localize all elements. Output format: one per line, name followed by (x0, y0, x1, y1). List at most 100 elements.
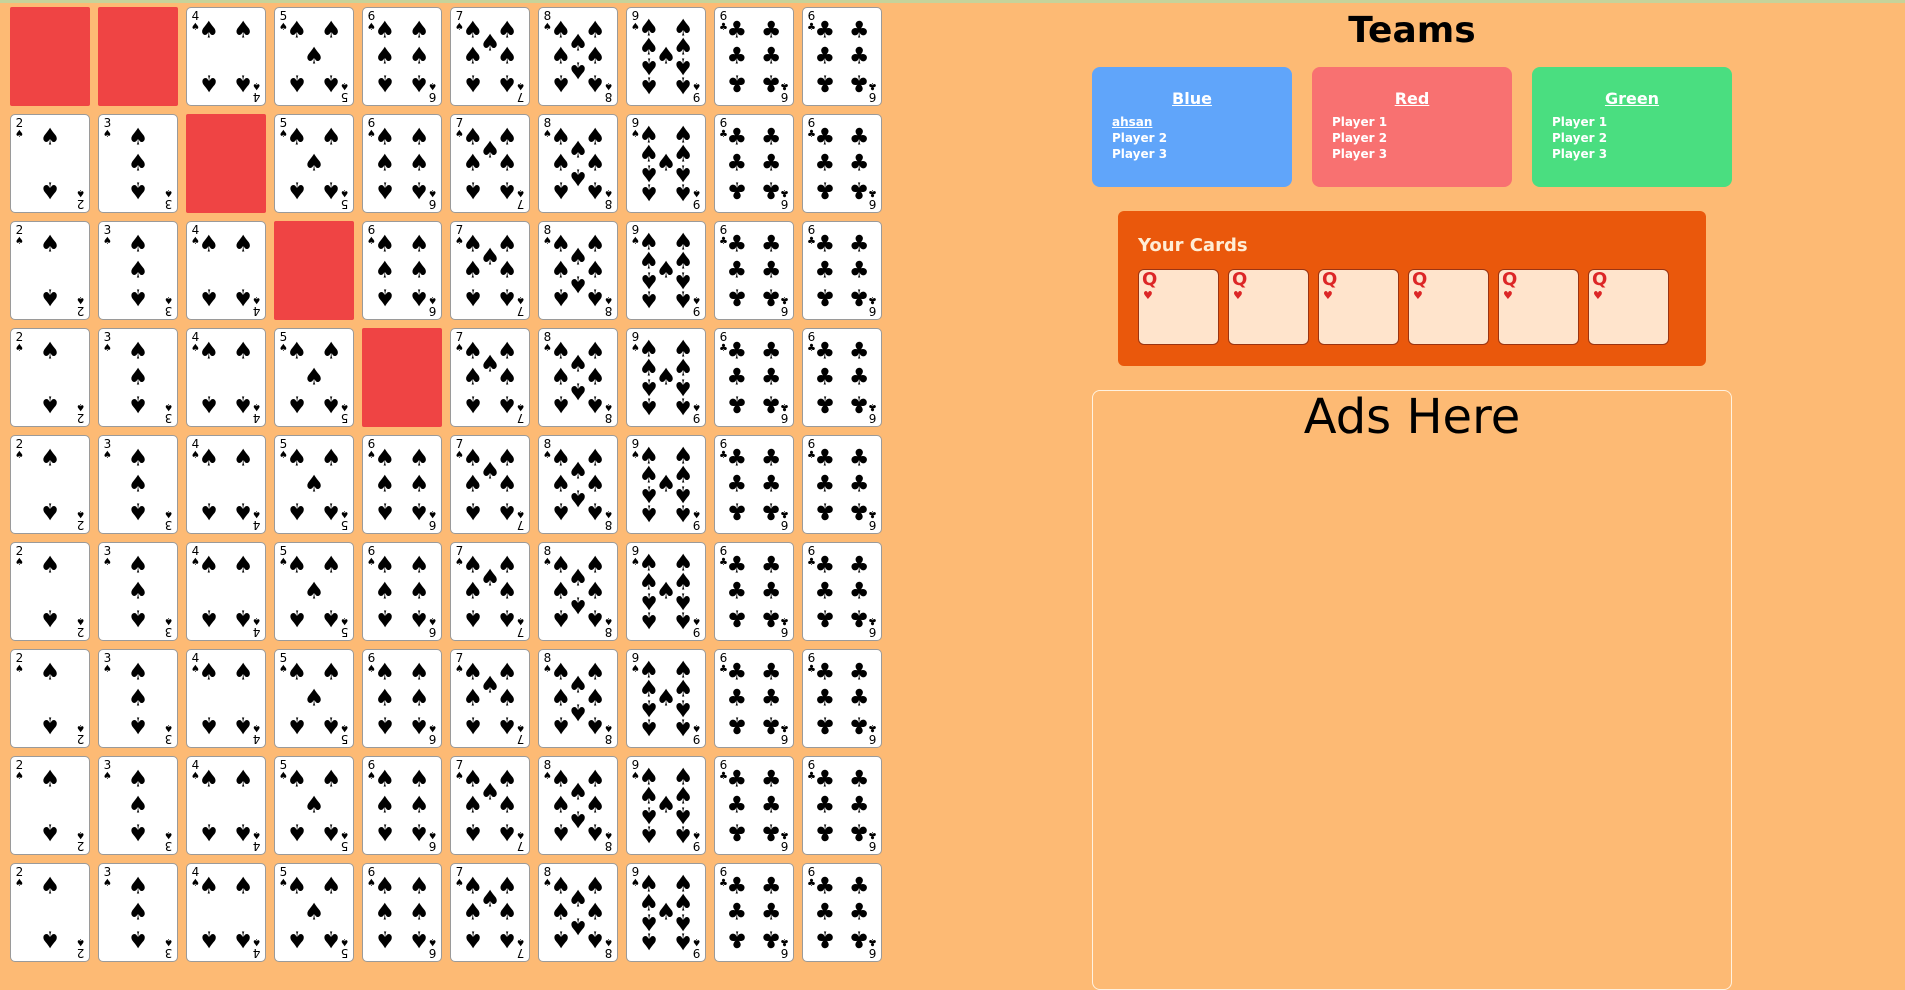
board-card[interactable]: 4 ♠ 4 ♠ ♠ ♠ ♠ ♠ (186, 7, 266, 106)
board-card[interactable]: 5 ♠ 5 ♠ ♠ ♠ ♠ ♠ ♠ (274, 435, 354, 534)
board-card[interactable]: 4 ♠ 4 ♠ ♠ ♠ ♠ ♠ (186, 221, 266, 320)
board-card[interactable]: 6 ♣ 6 ♣ ♣ ♣ ♣ ♣ ♣ ♣ (802, 221, 882, 320)
hand-card[interactable]: Q ♥ (1588, 269, 1669, 345)
board-card[interactable]: 2 ♠ 2 ♠ ♠ ♠ (10, 435, 90, 534)
board-card[interactable]: 9 ♠ 9 ♠ ♠ ♠ ♠ ♠ ♠ ♠ ♠ ♠ ♠ (626, 863, 706, 962)
board-card[interactable]: 7 ♠ 7 ♠ ♠ ♠ ♠ ♠ ♠ ♠ ♠ (450, 7, 530, 106)
board-card[interactable]: 5 ♠ 5 ♠ ♠ ♠ ♠ ♠ ♠ (274, 328, 354, 427)
board-card[interactable]: 8 ♠ 8 ♠ ♠ ♠ ♠ ♠ ♠ ♠ ♠ ♠ (538, 863, 618, 962)
board-card[interactable]: 6 ♣ 6 ♣ ♣ ♣ ♣ ♣ ♣ ♣ (802, 7, 882, 106)
board-card[interactable]: 4 ♠ 4 ♠ ♠ ♠ ♠ ♠ (186, 756, 266, 855)
board-card[interactable]: 6 ♠ 6 ♠ ♠ ♠ ♠ ♠ ♠ ♠ (362, 435, 442, 534)
board-card[interactable]: 2 ♠ 2 ♠ ♠ ♠ (10, 221, 90, 320)
board-card[interactable]: 5 ♠ 5 ♠ ♠ ♠ ♠ ♠ ♠ (274, 114, 354, 213)
board-card[interactable]: 8 ♠ 8 ♠ ♠ ♠ ♠ ♠ ♠ ♠ ♠ ♠ (538, 114, 618, 213)
board-card[interactable]: 6 ♠ 6 ♠ ♠ ♠ ♠ ♠ ♠ ♠ (362, 649, 442, 748)
board-card[interactable]: 6 ♣ 6 ♣ ♣ ♣ ♣ ♣ ♣ ♣ (802, 542, 882, 641)
board-card[interactable]: 4 ♠ 4 ♠ ♠ ♠ ♠ ♠ (186, 542, 266, 641)
board-card[interactable]: 9 ♠ 9 ♠ ♠ ♠ ♠ ♠ ♠ ♠ ♠ ♠ ♠ (626, 542, 706, 641)
player-item-current[interactable]: ahsan (1112, 114, 1292, 130)
board-card[interactable]: 6 ♣ 6 ♣ ♣ ♣ ♣ ♣ ♣ ♣ (802, 328, 882, 427)
board-card[interactable]: 6 ♣ 6 ♣ ♣ ♣ ♣ ♣ ♣ ♣ (714, 756, 794, 855)
board-card[interactable]: 6 ♣ 6 ♣ ♣ ♣ ♣ ♣ ♣ ♣ (714, 328, 794, 427)
board-card[interactable]: 6 ♣ 6 ♣ ♣ ♣ ♣ ♣ ♣ ♣ (802, 114, 882, 213)
board-card[interactable]: 2 ♠ 2 ♠ ♠ ♠ (10, 542, 90, 641)
board-card[interactable]: 7 ♠ 7 ♠ ♠ ♠ ♠ ♠ ♠ ♠ ♠ (450, 542, 530, 641)
board-card[interactable]: 6 ♣ 6 ♣ ♣ ♣ ♣ ♣ ♣ ♣ (714, 435, 794, 534)
board-card[interactable]: 6 ♠ 6 ♠ ♠ ♠ ♠ ♠ ♠ ♠ (362, 221, 442, 320)
board-card[interactable]: 7 ♠ 7 ♠ ♠ ♠ ♠ ♠ ♠ ♠ ♠ (450, 863, 530, 962)
board-card[interactable]: 5 ♠ 5 ♠ ♠ ♠ ♠ ♠ ♠ (274, 542, 354, 641)
board-card[interactable]: 6 ♣ 6 ♣ ♣ ♣ ♣ ♣ ♣ ♣ (802, 863, 882, 962)
board-card[interactable]: 7 ♠ 7 ♠ ♠ ♠ ♠ ♠ ♠ ♠ ♠ (450, 114, 530, 213)
board-card[interactable]: 9 ♠ 9 ♠ ♠ ♠ ♠ ♠ ♠ ♠ ♠ ♠ ♠ (626, 7, 706, 106)
board-card[interactable]: 3 ♠ 3 ♠ ♠ ♠ ♠ (98, 756, 178, 855)
board-card[interactable]: 4 ♠ 4 ♠ ♠ ♠ ♠ ♠ (186, 328, 266, 427)
board-card[interactable]: 3 ♠ 3 ♠ ♠ ♠ ♠ (98, 221, 178, 320)
board-card[interactable]: 6 ♣ 6 ♣ ♣ ♣ ♣ ♣ ♣ ♣ (714, 863, 794, 962)
hand-card[interactable]: Q ♥ (1408, 269, 1489, 345)
board-card[interactable]: 6 ♠ 6 ♠ ♠ ♠ ♠ ♠ ♠ ♠ (362, 756, 442, 855)
hand-card[interactable]: Q ♥ (1318, 269, 1399, 345)
spade-icon: ♠ (462, 604, 484, 631)
hand-card[interactable]: Q ♥ (1138, 269, 1219, 345)
board-card[interactable]: 6 ♣ 6 ♣ ♣ ♣ ♣ ♣ ♣ ♣ (714, 542, 794, 641)
board-card[interactable]: 3 ♠ 3 ♠ ♠ ♠ ♠ (98, 114, 178, 213)
club-icon: ♣ (726, 899, 748, 925)
board-card[interactable]: 8 ♠ 8 ♠ ♠ ♠ ♠ ♠ ♠ ♠ ♠ ♠ (538, 221, 618, 320)
board-card[interactable]: 2 ♠ 2 ♠ ♠ ♠ (10, 328, 90, 427)
board-card[interactable]: 6 ♣ 6 ♣ ♣ ♣ ♣ ♣ ♣ ♣ (714, 649, 794, 748)
board-card[interactable]: 6 ♣ 6 ♣ ♣ ♣ ♣ ♣ ♣ ♣ (802, 756, 882, 855)
board-card[interactable]: 3 ♠ 3 ♠ ♠ ♠ ♠ (98, 435, 178, 534)
board-card[interactable]: 9 ♠ 9 ♠ ♠ ♠ ♠ ♠ ♠ ♠ ♠ ♠ ♠ (626, 756, 706, 855)
board-card[interactable]: 6 ♣ 6 ♣ ♣ ♣ ♣ ♣ ♣ ♣ (802, 435, 882, 534)
hand-card[interactable]: Q ♥ (1228, 269, 1309, 345)
board-card[interactable]: 9 ♠ 9 ♠ ♠ ♠ ♠ ♠ ♠ ♠ ♠ ♠ ♠ (626, 114, 706, 213)
board-card[interactable]: 4 ♠ 4 ♠ ♠ ♠ ♠ ♠ (186, 435, 266, 534)
board-card[interactable]: 6 ♠ 6 ♠ ♠ ♠ ♠ ♠ ♠ ♠ (362, 7, 442, 106)
board-card-marked[interactable] (274, 221, 354, 320)
board-card[interactable]: 6 ♠ 6 ♠ ♠ ♠ ♠ ♠ ♠ ♠ (362, 114, 442, 213)
board-card[interactable]: 8 ♠ 8 ♠ ♠ ♠ ♠ ♠ ♠ ♠ ♠ ♠ (538, 649, 618, 748)
board-card[interactable]: 9 ♠ 9 ♠ ♠ ♠ ♠ ♠ ♠ ♠ ♠ ♠ ♠ (626, 221, 706, 320)
board-card[interactable]: 3 ♠ 3 ♠ ♠ ♠ ♠ (98, 542, 178, 641)
board-card-marked[interactable] (186, 114, 266, 213)
board-card[interactable]: 8 ♠ 8 ♠ ♠ ♠ ♠ ♠ ♠ ♠ ♠ ♠ (538, 542, 618, 641)
board-card[interactable]: 4 ♠ 4 ♠ ♠ ♠ ♠ ♠ (186, 649, 266, 748)
board-card[interactable]: 7 ♠ 7 ♠ ♠ ♠ ♠ ♠ ♠ ♠ ♠ (450, 221, 530, 320)
board-card-marked[interactable] (362, 328, 442, 427)
board-card[interactable]: 6 ♠ 6 ♠ ♠ ♠ ♠ ♠ ♠ ♠ (362, 542, 442, 641)
board-card[interactable]: 2 ♠ 2 ♠ ♠ ♠ (10, 114, 90, 213)
board-card[interactable]: 8 ♠ 8 ♠ ♠ ♠ ♠ ♠ ♠ ♠ ♠ ♠ (538, 756, 618, 855)
board-card[interactable]: 6 ♣ 6 ♣ ♣ ♣ ♣ ♣ ♣ ♣ (714, 114, 794, 213)
board-card[interactable]: 3 ♠ 3 ♠ ♠ ♠ ♠ (98, 863, 178, 962)
board-card[interactable]: 5 ♠ 5 ♠ ♠ ♠ ♠ ♠ ♠ (274, 863, 354, 962)
board-card[interactable]: 7 ♠ 7 ♠ ♠ ♠ ♠ ♠ ♠ ♠ ♠ (450, 435, 530, 534)
hand-card[interactable]: Q ♥ (1498, 269, 1579, 345)
board-card[interactable]: 6 ♣ 6 ♣ ♣ ♣ ♣ ♣ ♣ ♣ (802, 649, 882, 748)
board-card[interactable]: 5 ♠ 5 ♠ ♠ ♠ ♠ ♠ ♠ (274, 756, 354, 855)
board-card[interactable]: 2 ♠ 2 ♠ ♠ ♠ (10, 756, 90, 855)
board-card[interactable]: 6 ♠ 6 ♠ ♠ ♠ ♠ ♠ ♠ ♠ (362, 863, 442, 962)
board-card[interactable]: 7 ♠ 7 ♠ ♠ ♠ ♠ ♠ ♠ ♠ ♠ (450, 328, 530, 427)
board-card[interactable]: 9 ♠ 9 ♠ ♠ ♠ ♠ ♠ ♠ ♠ ♠ ♠ ♠ (626, 435, 706, 534)
board-card-marked[interactable] (98, 7, 178, 106)
board-card[interactable]: 3 ♠ 3 ♠ ♠ ♠ ♠ (98, 649, 178, 748)
board-card[interactable]: 4 ♠ 4 ♠ ♠ ♠ ♠ ♠ (186, 863, 266, 962)
board-card[interactable]: 3 ♠ 3 ♠ ♠ ♠ ♠ (98, 328, 178, 427)
board-card-marked[interactable] (10, 7, 90, 106)
spade-icon: ♠ (286, 17, 308, 44)
board-card[interactable]: 7 ♠ 7 ♠ ♠ ♠ ♠ ♠ ♠ ♠ ♠ (450, 649, 530, 748)
board-card[interactable]: 5 ♠ 5 ♠ ♠ ♠ ♠ ♠ ♠ (274, 649, 354, 748)
board-card[interactable]: 8 ♠ 8 ♠ ♠ ♠ ♠ ♠ ♠ ♠ ♠ ♠ (538, 7, 618, 106)
board-card[interactable]: 6 ♣ 6 ♣ ♣ ♣ ♣ ♣ ♣ ♣ (714, 221, 794, 320)
board-card[interactable]: 9 ♠ 9 ♠ ♠ ♠ ♠ ♠ ♠ ♠ ♠ ♠ ♠ (626, 328, 706, 427)
board-card[interactable]: 8 ♠ 8 ♠ ♠ ♠ ♠ ♠ ♠ ♠ ♠ ♠ (538, 328, 618, 427)
board-card[interactable]: 8 ♠ 8 ♠ ♠ ♠ ♠ ♠ ♠ ♠ ♠ ♠ (538, 435, 618, 534)
board-card[interactable]: 9 ♠ 9 ♠ ♠ ♠ ♠ ♠ ♠ ♠ ♠ ♠ ♠ (626, 649, 706, 748)
board-card[interactable]: 2 ♠ 2 ♠ ♠ ♠ (10, 649, 90, 748)
board-card[interactable]: 2 ♠ 2 ♠ ♠ ♠ (10, 863, 90, 962)
board-card[interactable]: 5 ♠ 5 ♠ ♠ ♠ ♠ ♠ ♠ (274, 7, 354, 106)
board-card[interactable]: 7 ♠ 7 ♠ ♠ ♠ ♠ ♠ ♠ ♠ ♠ (450, 756, 530, 855)
board-card[interactable]: 6 ♣ 6 ♣ ♣ ♣ ♣ ♣ ♣ ♣ (714, 7, 794, 106)
